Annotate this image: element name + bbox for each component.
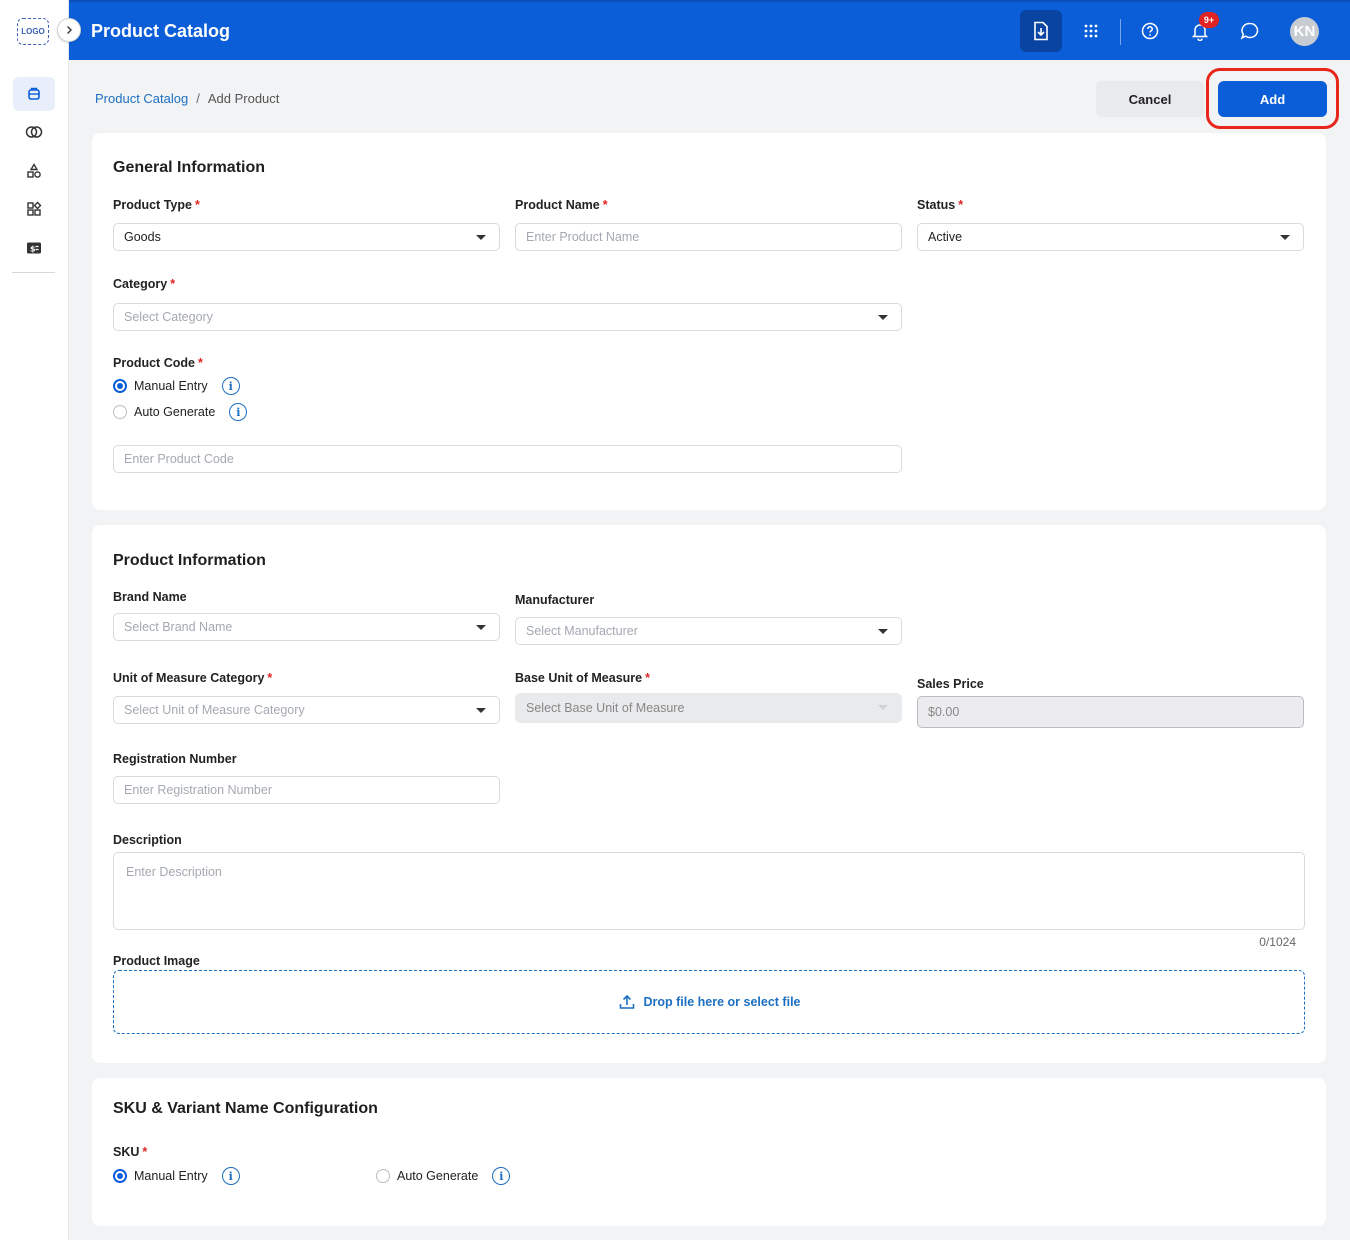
base-uom-label: Base Unit of Measure * <box>515 671 650 685</box>
breadcrumb-current: Add Product <box>207 91 280 106</box>
download-file-icon <box>1034 21 1048 41</box>
dropzone-text: Drop file here or select file <box>643 995 801 1009</box>
chevron-down-icon <box>476 235 486 240</box>
avatar[interactable]: KN <box>1290 17 1319 46</box>
radio-unselected[interactable] <box>113 405 127 419</box>
logo: LOGO <box>17 18 49 45</box>
chevron-down-icon <box>878 705 888 710</box>
sku-config-card: SKU & Variant Name Configuration SKU * Ma… <box>92 1078 1326 1226</box>
product-type-select[interactable]: Goods <box>113 223 500 251</box>
description-label: Description <box>113 833 182 847</box>
info-icon[interactable]: i <box>221 1167 240 1185</box>
description-char-counter: 0/1024 <box>1259 935 1296 949</box>
chat-button[interactable] <box>1229 10 1271 52</box>
top-header: Product Catalog 9+ KN <box>69 0 1350 60</box>
chat-icon <box>1240 22 1259 40</box>
product-code-manual-option[interactable]: Manual Entry i <box>113 377 240 395</box>
sku-manual-option[interactable]: Manual Entry i <box>113 1167 240 1185</box>
breadcrumb: Product Catalog / Add Product <box>95 91 279 106</box>
uom-category-label: Unit of Measure Category * <box>113 671 273 685</box>
nav-products-icon[interactable] <box>13 77 55 111</box>
nav-shapes-icon[interactable] <box>13 154 55 188</box>
status-label: Status * <box>917 198 964 212</box>
apps-button[interactable] <box>1070 10 1112 52</box>
product-name-input[interactable]: Enter Product Name <box>515 223 902 251</box>
manufacturer-select[interactable]: Select Manufacturer <box>515 617 902 645</box>
header-divider <box>1120 19 1121 45</box>
upload-icon <box>619 994 634 1009</box>
status-select[interactable]: Active <box>917 223 1304 251</box>
sku-label: SKU * <box>113 1145 148 1159</box>
registration-number-label: Registration Number <box>113 752 237 766</box>
product-name-label: Product Name * <box>515 198 608 212</box>
chevron-down-icon <box>476 708 486 713</box>
help-icon <box>1141 22 1159 40</box>
category-select[interactable]: Select Category <box>113 303 902 331</box>
brand-name-select[interactable]: Select Brand Name <box>113 613 500 641</box>
help-button[interactable] <box>1129 10 1171 52</box>
product-image-label: Product Image <box>113 954 200 968</box>
left-rail: LOGO $ <box>0 0 69 1240</box>
product-information-card: Product Information Brand Name Select Br… <box>92 525 1326 1063</box>
uom-category-select[interactable]: Select Unit of Measure Category <box>113 696 500 724</box>
radio-selected[interactable] <box>113 379 127 393</box>
section-title: General Information <box>113 159 266 176</box>
chevron-down-icon <box>476 625 486 630</box>
sales-price-label: Sales Price <box>917 677 984 691</box>
description-textarea[interactable]: Enter Description <box>113 852 1305 930</box>
product-code-input[interactable]: Enter Product Code <box>113 445 902 473</box>
rail-divider <box>12 272 55 273</box>
page-title: Product Catalog <box>91 21 231 41</box>
image-dropzone[interactable]: Drop file here or select file <box>113 970 1305 1034</box>
chevron-down-icon <box>1280 235 1290 240</box>
radio-unselected[interactable] <box>376 1169 390 1183</box>
nav-billing-icon[interactable]: $ <box>13 231 55 265</box>
chevron-down-icon <box>878 629 888 634</box>
expand-sidebar-button[interactable] <box>57 18 81 42</box>
registration-number-input[interactable]: Enter Registration Number <box>113 776 500 804</box>
chevron-down-icon <box>878 315 888 320</box>
nav-widgets-icon[interactable] <box>13 192 55 226</box>
product-code-label: Product Code * <box>113 356 203 370</box>
radio-selected[interactable] <box>113 1169 127 1183</box>
cancel-button[interactable]: Cancel <box>1096 81 1204 117</box>
svg-text:$: $ <box>30 245 36 254</box>
breadcrumb-separator: / <box>196 91 200 106</box>
info-icon[interactable]: i <box>492 1167 511 1185</box>
breadcrumb-root-link[interactable]: Product Catalog <box>95 91 188 106</box>
info-icon[interactable]: i <box>221 377 240 395</box>
sku-auto-option[interactable]: Auto Generate i <box>376 1167 511 1185</box>
nav-rings-icon[interactable] <box>13 115 55 149</box>
notification-badge: 9+ <box>1199 12 1219 28</box>
apps-grid-icon <box>1084 24 1098 38</box>
section-title: SKU & Variant Name Configuration <box>113 1100 378 1117</box>
section-title: Product Information <box>113 552 266 569</box>
info-icon[interactable]: i <box>229 403 248 421</box>
category-label: Category * <box>113 277 176 291</box>
chevron-right-icon <box>66 25 73 35</box>
manufacturer-label: Manufacturer <box>515 593 595 607</box>
product-code-auto-option[interactable]: Auto Generate i <box>113 403 248 421</box>
brand-name-label: Brand Name <box>113 590 187 604</box>
sales-price-input: $0.00 <box>917 696 1304 728</box>
product-type-label: Product Type * <box>113 198 200 212</box>
add-button[interactable]: Add <box>1218 81 1327 117</box>
general-information-card: General Information Product Type * Goods … <box>92 133 1326 510</box>
import-button[interactable] <box>1020 10 1062 52</box>
base-uom-select: Select Base Unit of Measure <box>515 693 902 723</box>
